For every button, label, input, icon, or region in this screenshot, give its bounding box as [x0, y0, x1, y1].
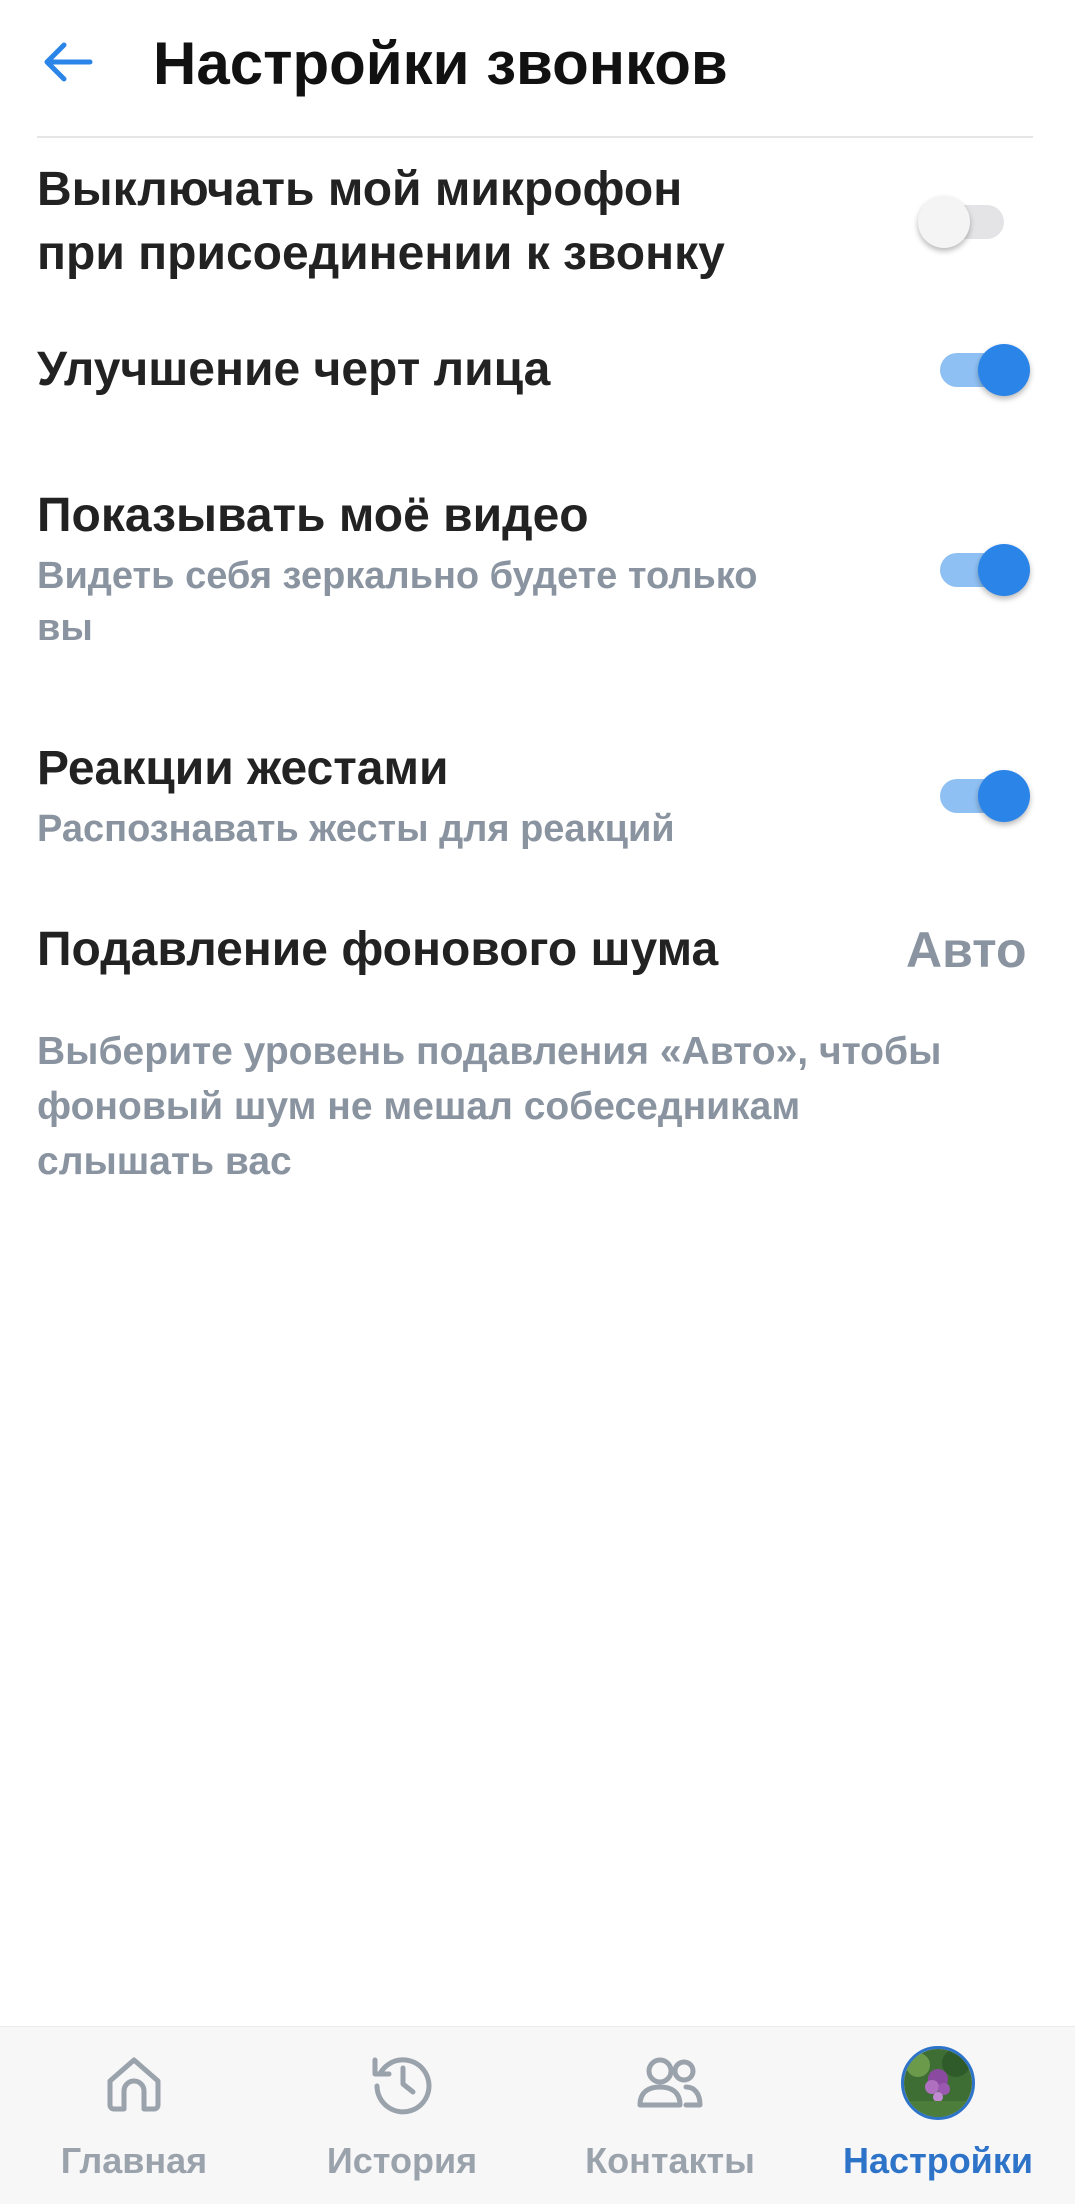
header-divider — [37, 136, 1033, 138]
face-enhance-toggle[interactable] — [940, 344, 1030, 396]
nav-label: Настройки — [843, 2140, 1033, 2181]
gesture-reactions-toggle[interactable] — [940, 770, 1030, 822]
description-line: слышать вас — [37, 1140, 292, 1183]
setting-noise-suppression[interactable]: Подавление фонового шума — [37, 918, 1033, 982]
avatar — [898, 2043, 978, 2123]
setting-mute-on-join[interactable]: Выключать мой микрофон при присоединении… — [37, 158, 1033, 286]
bottom-nav: Главная История Контакты Настройки — [0, 2026, 1075, 2204]
avatar-image — [901, 2046, 975, 2120]
toggle-knob — [978, 544, 1030, 596]
setting-title: Подавление фонового шума — [37, 923, 719, 976]
nav-item-settings[interactable]: Настройки — [804, 2027, 1072, 2204]
header: Настройки звонков — [0, 0, 1075, 136]
setting-subtitle-line: вы — [37, 607, 93, 649]
toggle-knob — [978, 344, 1030, 396]
noise-suppression-description: Выберите уровень подавления «Авто», чтоб… — [37, 1024, 1047, 1189]
toggle-knob — [918, 196, 970, 248]
noise-suppression-value[interactable]: Авто — [906, 918, 1027, 982]
nav-item-history[interactable]: История — [268, 2027, 536, 2204]
nav-item-contacts[interactable]: Контакты — [536, 2027, 804, 2204]
setting-subtitle: Видеть себя зеркально будете только вы — [37, 550, 1033, 654]
description-line: фоновый шум не мешал собеседникам — [37, 1085, 801, 1128]
nav-label: Контакты — [585, 2140, 755, 2181]
setting-title: Реакции жестами — [37, 742, 449, 795]
setting-title: Показывать моё видео — [37, 489, 589, 542]
history-icon — [362, 2043, 442, 2123]
setting-face-enhance[interactable]: Улучшение черт лица — [37, 338, 1033, 402]
toggle-knob — [978, 770, 1030, 822]
show-video-toggle[interactable] — [940, 544, 1030, 596]
arrow-left-icon — [42, 40, 94, 89]
nav-label: Главная — [60, 2140, 208, 2181]
setting-title-line: при присоединении к звонку — [37, 227, 725, 280]
setting-title: Выключать мой микрофон при присоединении… — [37, 158, 1033, 286]
nav-label: История — [326, 2140, 478, 2181]
home-icon — [94, 2043, 174, 2123]
setting-subtitle-line: Видеть себя зеркально будете только — [37, 555, 758, 597]
setting-gesture-reactions[interactable]: Реакции жестами Распознавать жесты для р… — [37, 737, 1033, 855]
contacts-icon — [630, 2043, 710, 2123]
back-button[interactable] — [28, 28, 108, 100]
call-settings-screen: Настройки звонков Выключать мой микрофон… — [0, 0, 1075, 2204]
nav-item-home[interactable]: Главная — [0, 2027, 268, 2204]
setting-subtitle: Распознавать жесты для реакций — [37, 808, 675, 850]
setting-title-line: Выключать мой микрофон — [37, 163, 683, 216]
setting-title: Улучшение черт лица — [37, 343, 551, 396]
page-title: Настройки звонков — [153, 30, 728, 97]
description-line: Выберите уровень подавления «Авто», чтоб… — [37, 1030, 942, 1073]
setting-show-video[interactable]: Показывать моё видео Видеть себя зеркаль… — [37, 484, 1033, 654]
mute-on-join-toggle[interactable] — [918, 196, 1004, 248]
